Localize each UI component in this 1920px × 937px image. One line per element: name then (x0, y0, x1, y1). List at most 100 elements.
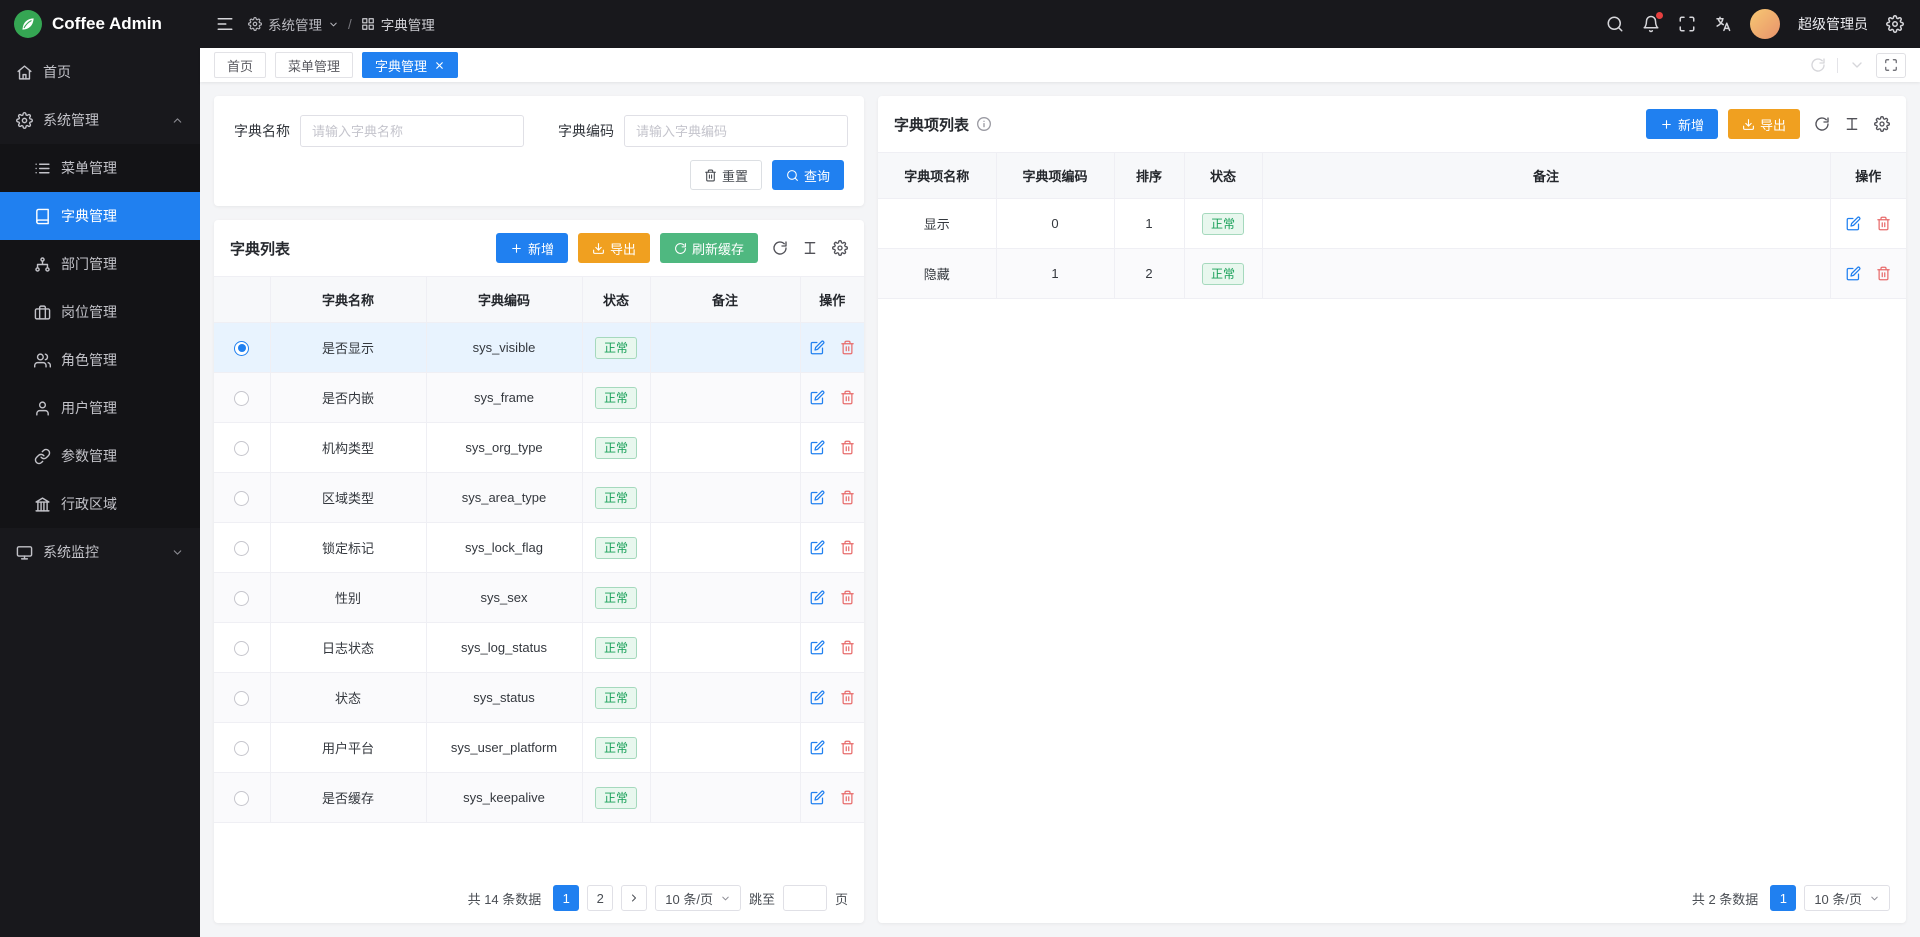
sidebar-collapse-button[interactable] (216, 15, 234, 33)
dict-row-8[interactable]: 用户平台sys_user_platform正常 (214, 723, 864, 773)
breadcrumb-item-dict[interactable]: 字典管理 (361, 14, 435, 34)
edit-icon (810, 690, 825, 705)
edit-row-button[interactable] (810, 540, 825, 555)
query-button[interactable]: 查询 (772, 160, 844, 190)
table-settings-icon[interactable] (832, 240, 848, 256)
sidebar-item-monitor[interactable]: 系统监控 (0, 528, 200, 576)
next-page-button[interactable] (621, 885, 647, 911)
sidebar-item-dict-mgmt[interactable]: 字典管理 (0, 192, 200, 240)
edit-row-button[interactable] (810, 390, 825, 405)
user-name[interactable]: 超级管理员 (1798, 14, 1868, 34)
dict-row-9[interactable]: 是否缓存sys_keepalive正常 (214, 773, 864, 823)
dict-row-1[interactable]: 是否内嵌sys_frame正常 (214, 373, 864, 423)
delete-row-button[interactable] (840, 740, 855, 755)
edit-row-button[interactable] (810, 740, 825, 755)
row-radio[interactable] (234, 441, 249, 456)
edit-row-button[interactable] (810, 590, 825, 605)
refresh-cache-button[interactable]: 刷新缓存 (660, 233, 758, 263)
tabs-menu-button[interactable] (1849, 57, 1865, 73)
edit-row-button[interactable] (810, 490, 825, 505)
edit-row-button[interactable] (810, 440, 825, 455)
delete-row-button[interactable] (840, 490, 855, 505)
dict-code-input[interactable] (624, 115, 848, 147)
delete-row-button[interactable] (840, 640, 855, 655)
dict-row-7[interactable]: 状态sys_status正常 (214, 673, 864, 723)
sidebar-item-param-mgmt[interactable]: 参数管理 (0, 432, 200, 480)
page-button-1[interactable]: 1 (1770, 885, 1796, 911)
sidebar-item-post-mgmt[interactable]: 岗位管理 (0, 288, 200, 336)
dict-row-4[interactable]: 锁定标记sys_lock_flag正常 (214, 523, 864, 573)
row-radio[interactable] (234, 691, 249, 706)
row-radio[interactable] (234, 341, 249, 356)
page-button-2[interactable]: 2 (587, 885, 613, 911)
breadcrumb-item-system[interactable]: 系统管理 (248, 14, 339, 34)
table-settings-icon[interactable] (1874, 116, 1890, 132)
sidebar-item-system[interactable]: 系统管理 (0, 96, 200, 144)
dict-row-2[interactable]: 机构类型sys_org_type正常 (214, 423, 864, 473)
dict-item-row-1[interactable]: 隐藏12正常 (878, 249, 1906, 299)
notifications-button[interactable] (1642, 15, 1660, 33)
item-export-button[interactable]: 导出 (1728, 109, 1800, 139)
jump-page-input[interactable] (783, 885, 827, 911)
language-button[interactable] (1714, 15, 1732, 33)
dict-row-3[interactable]: 区域类型sys_area_type正常 (214, 473, 864, 523)
delete-row-button[interactable] (1876, 266, 1891, 281)
tab-1[interactable]: 菜单管理 (275, 52, 353, 78)
page-button-1[interactable]: 1 (553, 885, 579, 911)
tab-2[interactable]: 字典管理 (362, 52, 458, 78)
fullscreen-button[interactable] (1678, 15, 1696, 33)
page-size-select[interactable]: 10 条/页 (655, 885, 741, 911)
dict-row-6[interactable]: 日志状态sys_log_status正常 (214, 623, 864, 673)
item-add-button[interactable]: 新增 (1646, 109, 1718, 139)
delete-row-button[interactable] (840, 540, 855, 555)
app-logo[interactable]: Coffee Admin (0, 0, 200, 48)
sidebar-item-label: 参数管理 (61, 446, 117, 466)
edit-row-button[interactable] (810, 790, 825, 805)
refresh-page-button[interactable] (1810, 57, 1826, 73)
info-icon[interactable] (976, 116, 992, 132)
delete-row-button[interactable] (840, 690, 855, 705)
delete-row-button[interactable] (840, 440, 855, 455)
page-size-select[interactable]: 10 条/页 (1804, 885, 1890, 911)
row-radio[interactable] (234, 541, 249, 556)
tab-0[interactable]: 首页 (214, 52, 266, 78)
delete-row-button[interactable] (840, 790, 855, 805)
settings-button[interactable] (1886, 15, 1904, 33)
sidebar-item-role-mgmt[interactable]: 角色管理 (0, 336, 200, 384)
row-radio[interactable] (234, 491, 249, 506)
row-radio[interactable] (234, 791, 249, 806)
dict-add-button[interactable]: 新增 (496, 233, 568, 263)
reset-button[interactable]: 重置 (690, 160, 762, 190)
sidebar-item-dept-mgmt[interactable]: 部门管理 (0, 240, 200, 288)
table-density-icon[interactable] (1844, 116, 1860, 132)
edit-row-button[interactable] (810, 640, 825, 655)
table-refresh-icon[interactable] (772, 240, 788, 256)
edit-row-button[interactable] (1846, 266, 1861, 281)
row-radio[interactable] (234, 641, 249, 656)
table-refresh-icon[interactable] (1814, 116, 1830, 132)
dict-name-input[interactable] (300, 115, 524, 147)
edit-row-button[interactable] (1846, 216, 1861, 231)
dict-row-0[interactable]: 是否显示sys_visible正常 (214, 323, 864, 373)
trash-icon (840, 390, 855, 405)
content-fullscreen-button[interactable] (1876, 53, 1906, 78)
global-search-button[interactable] (1606, 15, 1624, 33)
delete-row-button[interactable] (840, 340, 855, 355)
dict-item-row-0[interactable]: 显示01正常 (878, 199, 1906, 249)
delete-row-button[interactable] (840, 390, 855, 405)
row-radio[interactable] (234, 391, 249, 406)
edit-row-button[interactable] (810, 340, 825, 355)
sidebar-item-home[interactable]: 首页 (0, 48, 200, 96)
dict-row-5[interactable]: 性别sys_sex正常 (214, 573, 864, 623)
row-radio[interactable] (234, 591, 249, 606)
sidebar-item-user-mgmt[interactable]: 用户管理 (0, 384, 200, 432)
table-density-icon[interactable] (802, 240, 818, 256)
sidebar-item-region-mgmt[interactable]: 行政区域 (0, 480, 200, 528)
edit-row-button[interactable] (810, 690, 825, 705)
delete-row-button[interactable] (1876, 216, 1891, 231)
row-radio[interactable] (234, 741, 249, 756)
dict-export-button[interactable]: 导出 (578, 233, 650, 263)
user-avatar[interactable] (1750, 9, 1780, 39)
delete-row-button[interactable] (840, 590, 855, 605)
sidebar-item-menu-mgmt[interactable]: 菜单管理 (0, 144, 200, 192)
